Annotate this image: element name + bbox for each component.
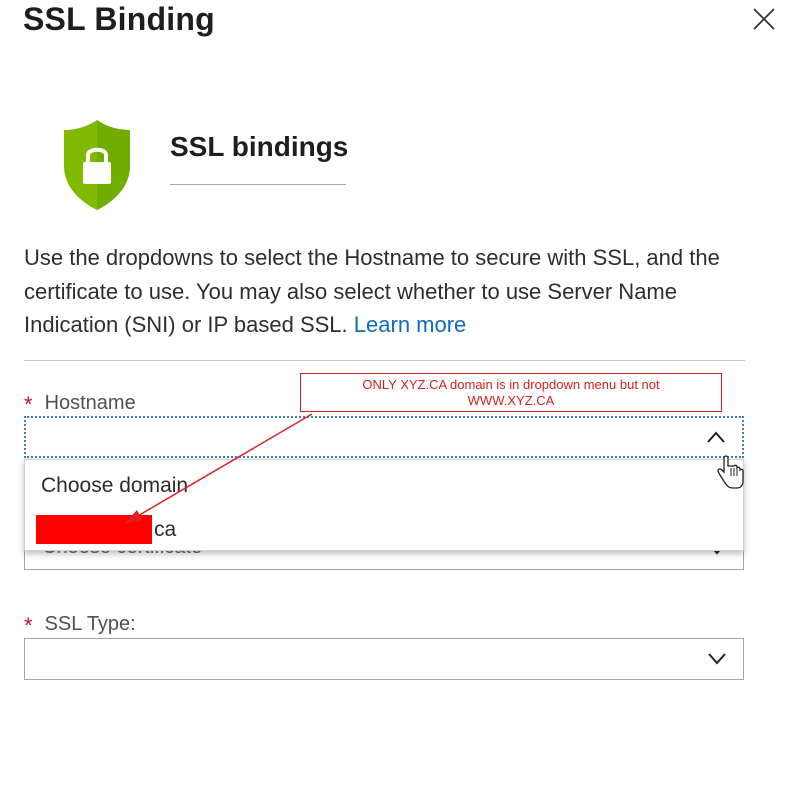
annotation-line-2: WWW.XYZ.CA (467, 393, 555, 408)
shield-lock-icon (61, 118, 133, 212)
section-divider (170, 184, 346, 185)
chevron-up-icon (707, 431, 725, 443)
hostname-select[interactable] (24, 416, 744, 458)
option-choose-domain[interactable]: Choose domain (41, 474, 188, 498)
description-text: Use the dropdowns to select the Hostname… (24, 241, 754, 342)
redacted-domain (36, 515, 152, 544)
divider (24, 360, 745, 361)
chevron-down-icon (708, 653, 726, 665)
section-title: SSL bindings (170, 131, 349, 162)
required-marker: * (24, 392, 33, 417)
close-button[interactable] (750, 5, 778, 33)
ssl-type-label: * SSL Type: (24, 610, 136, 638)
required-marker: * (24, 613, 33, 638)
ssl-type-label-text: SSL Type: (44, 613, 136, 635)
ssl-type-select[interactable] (24, 638, 744, 680)
panel-title: SSL Binding (23, 1, 215, 37)
close-icon (753, 8, 775, 30)
hostname-label-text: Hostname (44, 392, 136, 414)
hostname-label: * Hostname (24, 389, 136, 417)
hand-cursor-icon (716, 454, 746, 490)
option-domain[interactable]: ca (154, 518, 176, 542)
annotation-line-1: ONLY XYZ.CA domain is in dropdown menu b… (362, 377, 660, 392)
learn-more-link[interactable]: Learn more (354, 312, 467, 337)
annotation-note: ONLY XYZ.CA domain is in dropdown menu b… (300, 373, 722, 412)
